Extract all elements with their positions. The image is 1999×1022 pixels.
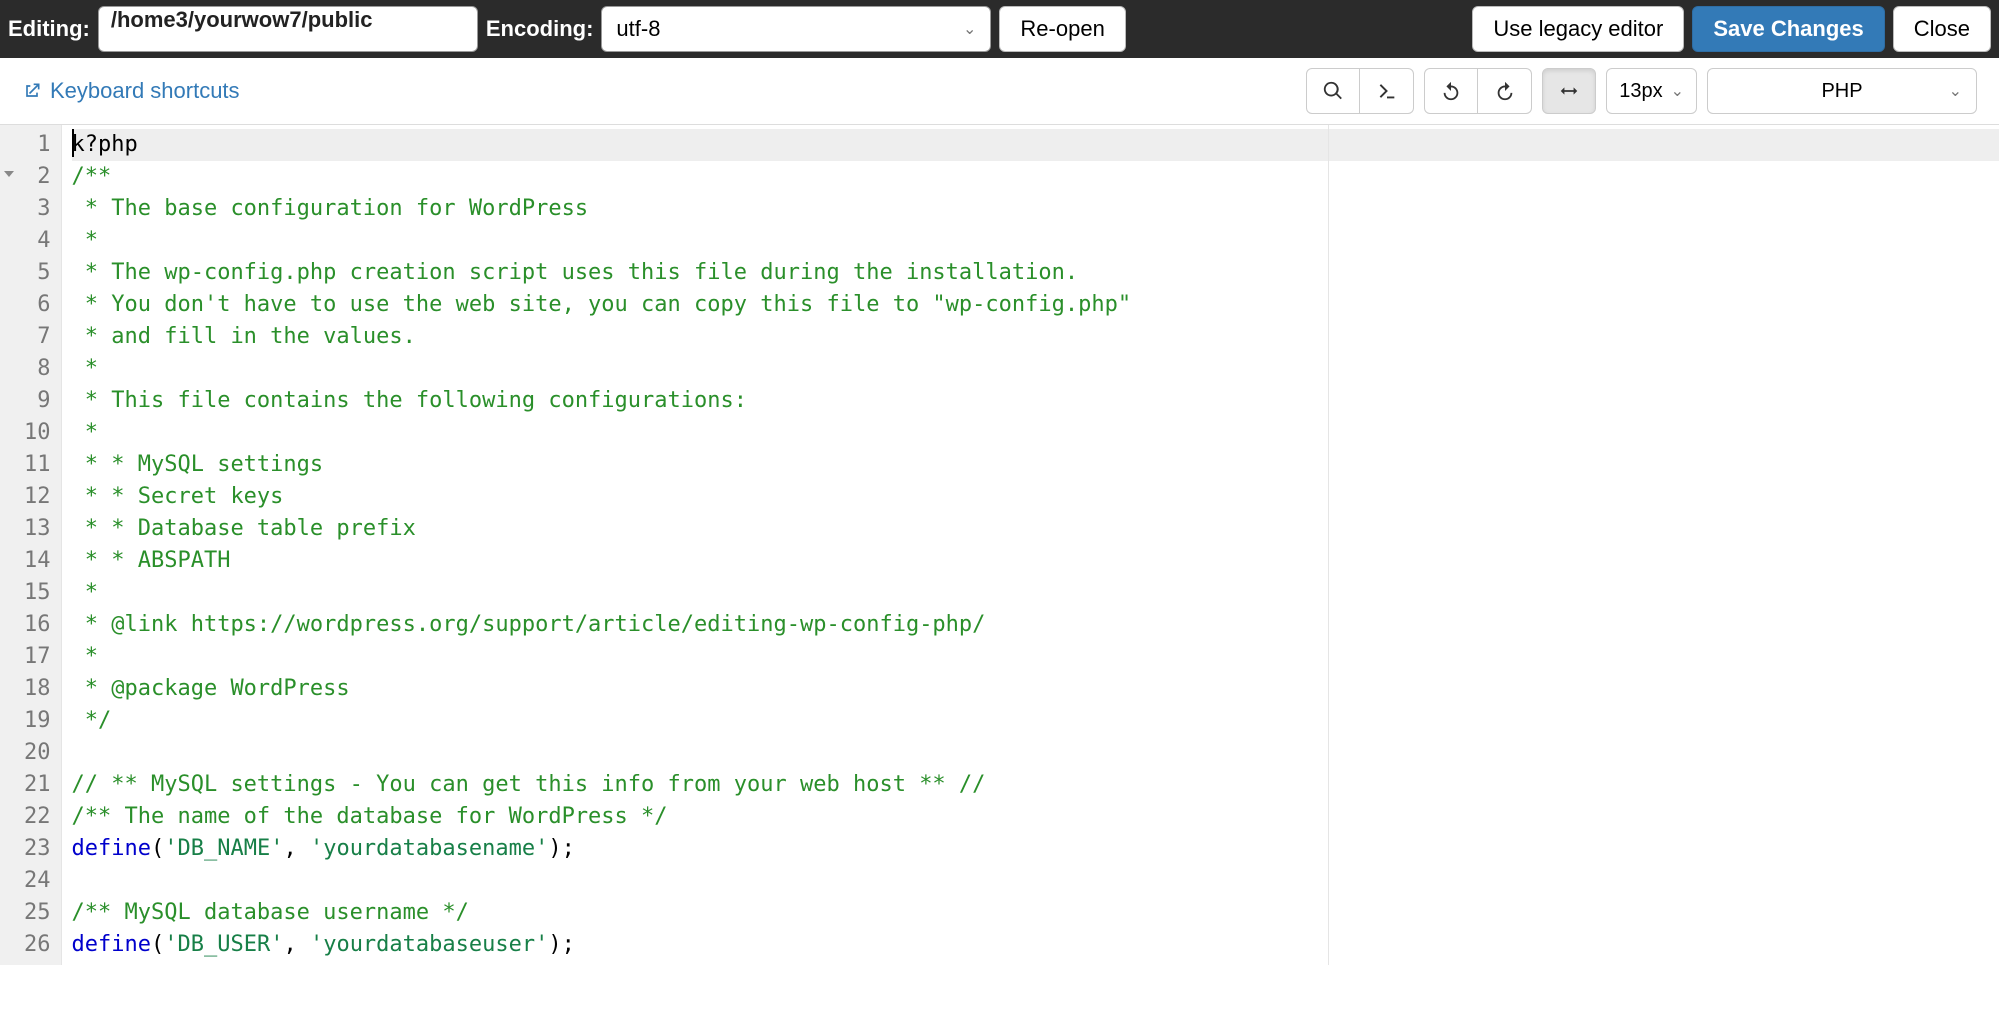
- line-number: 24: [24, 865, 51, 897]
- top-bar: Editing: /home3/yourwow7/public Encoding…: [0, 0, 1999, 58]
- arrows-horizontal-icon: [1558, 80, 1580, 102]
- encoding-select[interactable]: utf-8 ⌄: [601, 6, 991, 52]
- keyboard-shortcuts-label: Keyboard shortcuts: [50, 78, 240, 104]
- encoding-label: Encoding:: [486, 16, 594, 42]
- line-number: 16: [24, 609, 51, 641]
- code-line[interactable]: * * ABSPATH: [72, 545, 1999, 577]
- code-editor[interactable]: 1234567891011121314151617181920212223242…: [0, 125, 1999, 965]
- line-number: 21: [24, 769, 51, 801]
- code-line[interactable]: * The wp-config.php creation script uses…: [72, 257, 1999, 289]
- code-line[interactable]: * * MySQL settings: [72, 449, 1999, 481]
- line-number: 6: [24, 289, 51, 321]
- code-line[interactable]: * The base configuration for WordPress: [72, 193, 1999, 225]
- font-size-select[interactable]: 13px ⌄: [1606, 68, 1697, 114]
- chevron-down-icon: ⌄: [1949, 81, 1962, 101]
- terminal-button[interactable]: [1360, 68, 1414, 114]
- line-number: 11: [24, 449, 51, 481]
- line-number: 9: [24, 385, 51, 417]
- line-number: 18: [24, 673, 51, 705]
- language-value: PHP: [1821, 80, 1862, 103]
- keyboard-shortcuts-link[interactable]: Keyboard shortcuts: [22, 78, 240, 104]
- code-line[interactable]: *: [72, 353, 1999, 385]
- redo-icon: [1494, 80, 1516, 102]
- code-line[interactable]: * and fill in the values.: [72, 321, 1999, 353]
- line-number: 12: [24, 481, 51, 513]
- line-number: 7: [24, 321, 51, 353]
- reopen-button[interactable]: Re-open: [999, 6, 1125, 52]
- line-number: 14: [24, 545, 51, 577]
- code-line[interactable]: * @package WordPress: [72, 673, 1999, 705]
- line-number: 13: [24, 513, 51, 545]
- code-line[interactable]: // ** MySQL settings - You can get this …: [72, 769, 1999, 801]
- code-line[interactable]: define('DB_NAME', 'yourdatabasename');: [72, 833, 1999, 865]
- code-line[interactable]: *: [72, 577, 1999, 609]
- code-line[interactable]: k?php: [72, 129, 1999, 161]
- legacy-editor-button[interactable]: Use legacy editor: [1472, 6, 1684, 52]
- line-number: 8: [24, 353, 51, 385]
- code-line[interactable]: *: [72, 225, 1999, 257]
- code-line[interactable]: *: [72, 417, 1999, 449]
- code-line[interactable]: /** The name of the database for WordPre…: [72, 801, 1999, 833]
- search-button[interactable]: [1306, 68, 1360, 114]
- line-number: 23: [24, 833, 51, 865]
- code-line[interactable]: [72, 865, 1999, 897]
- editor-toolbar: Keyboard shortcuts 13px ⌄ PHP ⌄: [0, 58, 1999, 125]
- code-line[interactable]: */: [72, 705, 1999, 737]
- line-number: 17: [24, 641, 51, 673]
- code-line[interactable]: [72, 737, 1999, 769]
- chevron-down-icon: ⌄: [963, 19, 976, 39]
- wrap-toggle-button[interactable]: [1542, 68, 1596, 114]
- line-number: 19: [24, 705, 51, 737]
- undo-icon: [1440, 80, 1462, 102]
- close-button[interactable]: Close: [1893, 6, 1991, 52]
- line-number: 1: [24, 129, 51, 161]
- line-gutter: 1234567891011121314151617181920212223242…: [0, 125, 62, 965]
- code-line[interactable]: * * Database table prefix: [72, 513, 1999, 545]
- search-icon: [1322, 80, 1344, 102]
- line-number: 20: [24, 737, 51, 769]
- save-changes-button[interactable]: Save Changes: [1692, 6, 1884, 52]
- undo-redo-group: [1424, 68, 1532, 114]
- code-line[interactable]: define('DB_USER', 'yourdatabaseuser');: [72, 929, 1999, 961]
- code-area[interactable]: k?php/** * The base configuration for Wo…: [62, 125, 1999, 965]
- line-number: 2: [24, 161, 51, 193]
- code-line[interactable]: * You don't have to use the web site, yo…: [72, 289, 1999, 321]
- undo-button[interactable]: [1424, 68, 1478, 114]
- text-cursor: [72, 129, 74, 157]
- line-number: 22: [24, 801, 51, 833]
- line-number: 4: [24, 225, 51, 257]
- encoding-value: utf-8: [616, 16, 660, 42]
- code-line[interactable]: /**: [72, 161, 1999, 193]
- line-number: 3: [24, 193, 51, 225]
- search-terminal-group: [1306, 68, 1414, 114]
- editing-label: Editing:: [8, 16, 90, 42]
- line-number: 25: [24, 897, 51, 929]
- language-select[interactable]: PHP ⌄: [1707, 68, 1977, 114]
- code-line[interactable]: * * Secret keys: [72, 481, 1999, 513]
- line-number: 10: [24, 417, 51, 449]
- chevron-down-icon: ⌄: [1671, 81, 1684, 101]
- redo-button[interactable]: [1478, 68, 1532, 114]
- print-margin: [1328, 125, 1329, 965]
- line-number: 5: [24, 257, 51, 289]
- code-line[interactable]: * This file contains the following confi…: [72, 385, 1999, 417]
- code-line[interactable]: * @link https://wordpress.org/support/ar…: [72, 609, 1999, 641]
- fold-icon[interactable]: [4, 171, 14, 177]
- line-number: 26: [24, 929, 51, 961]
- line-number: 15: [24, 577, 51, 609]
- external-link-icon: [22, 81, 42, 101]
- font-size-value: 13px: [1619, 80, 1662, 103]
- terminal-icon: [1376, 80, 1398, 102]
- code-line[interactable]: *: [72, 641, 1999, 673]
- code-line[interactable]: /** MySQL database username */: [72, 897, 1999, 929]
- file-path-input[interactable]: /home3/yourwow7/public: [98, 6, 478, 52]
